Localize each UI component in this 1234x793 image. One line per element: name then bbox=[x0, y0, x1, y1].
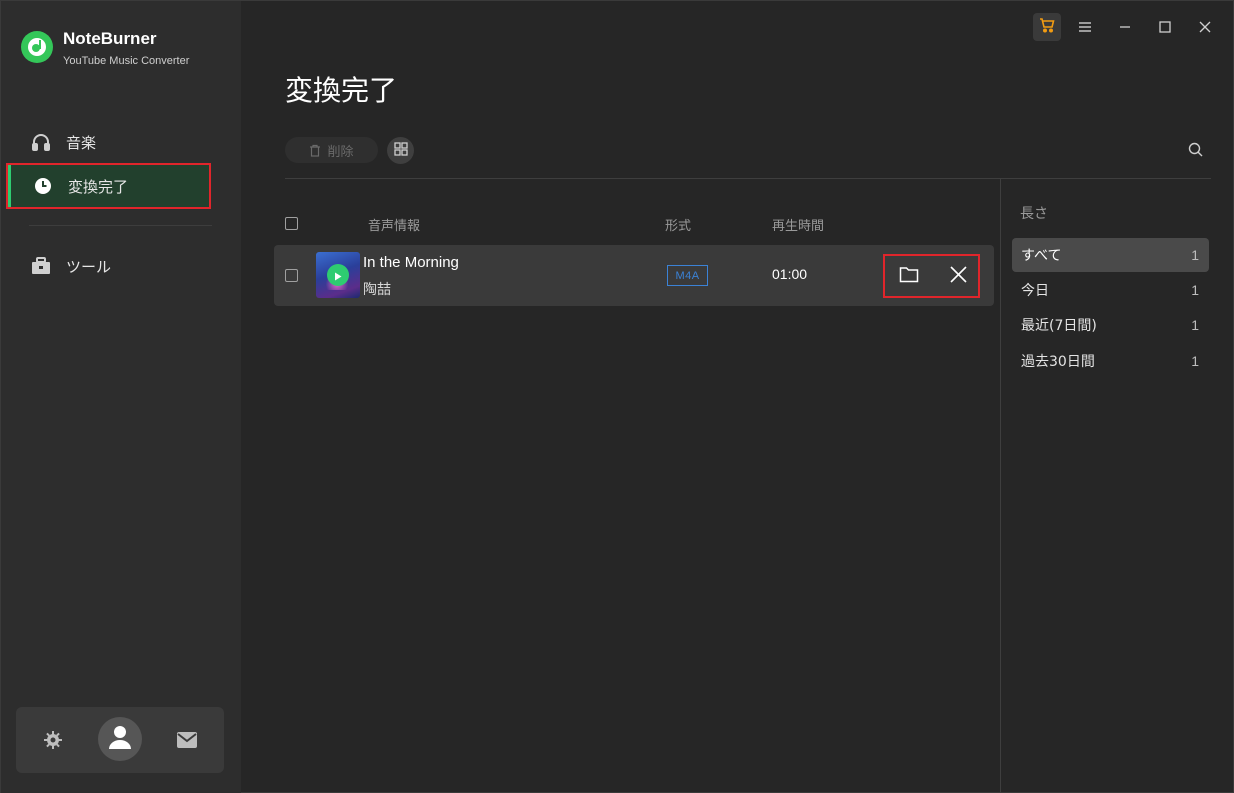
avatar[interactable] bbox=[98, 717, 142, 761]
filter-item-today[interactable]: 今日 1 bbox=[1012, 273, 1209, 307]
delete-label: 削除 bbox=[327, 144, 354, 160]
toolbox-icon bbox=[30, 255, 52, 277]
column-header-duration: 再生時間 bbox=[772, 219, 825, 234]
filter-label: 過去30日間 bbox=[1021, 354, 1095, 370]
filter-title: 長さ bbox=[1020, 206, 1048, 222]
cart-icon bbox=[1039, 17, 1055, 37]
format-badge: M4A bbox=[667, 265, 708, 286]
brand: NoteBurner YouTube Music Converter bbox=[21, 29, 189, 67]
filter-label: 最近(7日間) bbox=[1021, 318, 1097, 334]
noteburner-logo-icon bbox=[21, 31, 53, 63]
delete-button[interactable]: 削除 bbox=[285, 137, 378, 163]
mail-icon[interactable] bbox=[176, 729, 198, 751]
minimize-button[interactable] bbox=[1111, 13, 1139, 41]
close-button[interactable] bbox=[1191, 13, 1219, 41]
select-all-checkbox[interactable] bbox=[285, 217, 298, 230]
play-icon bbox=[334, 266, 342, 285]
page-title: 変換完了 bbox=[285, 74, 398, 107]
menu-button[interactable] bbox=[1071, 13, 1099, 41]
grid-icon bbox=[393, 141, 408, 160]
filter-count: 1 bbox=[1191, 353, 1199, 369]
filter-item-last-7-days[interactable]: 最近(7日間) 1 bbox=[1012, 308, 1209, 342]
row-checkbox[interactable] bbox=[285, 269, 298, 282]
close-icon bbox=[1199, 18, 1211, 37]
open-folder-button[interactable] bbox=[897, 264, 921, 288]
filter-count: 1 bbox=[1191, 247, 1199, 263]
filter-label: 今日 bbox=[1021, 283, 1049, 299]
clock-icon bbox=[32, 175, 54, 197]
table-row[interactable]: In the Morning 陶喆 M4A 01:00 bbox=[274, 245, 994, 306]
sidebar-divider bbox=[29, 225, 212, 226]
trash-icon bbox=[309, 144, 321, 157]
search-icon bbox=[1188, 142, 1203, 161]
close-icon bbox=[949, 265, 967, 287]
song-artist: 陶喆 bbox=[363, 282, 391, 298]
sidebar-item-label: 変換完了 bbox=[68, 177, 129, 196]
grid-view-button[interactable] bbox=[387, 137, 414, 164]
app-name: NoteBurner bbox=[63, 29, 157, 48]
folder-icon bbox=[899, 266, 919, 287]
album-cover bbox=[316, 252, 360, 298]
sidebar-item-tools[interactable]: ツール bbox=[6, 243, 211, 289]
song-title: In the Morning bbox=[363, 254, 459, 271]
sidebar-item-label: 音楽 bbox=[66, 133, 97, 152]
search-button[interactable] bbox=[1185, 141, 1205, 161]
headphones-icon bbox=[30, 131, 52, 153]
filter-count: 1 bbox=[1191, 317, 1199, 333]
filter-count: 1 bbox=[1191, 282, 1199, 298]
panel-divider bbox=[1000, 179, 1001, 793]
play-button[interactable] bbox=[327, 264, 349, 286]
menu-icon bbox=[1078, 18, 1092, 37]
maximize-icon bbox=[1159, 18, 1171, 37]
gear-icon[interactable] bbox=[42, 729, 64, 751]
filter-item-last-30-days[interactable]: 過去30日間 1 bbox=[1012, 344, 1209, 378]
filter-item-all[interactable]: すべて 1 bbox=[1012, 238, 1209, 272]
column-header-info: 音声情報 bbox=[368, 219, 421, 234]
sidebar-item-music[interactable]: 音楽 bbox=[6, 119, 211, 165]
cart-button[interactable] bbox=[1033, 13, 1061, 41]
song-duration: 01:00 bbox=[772, 266, 808, 282]
filter-label: すべて bbox=[1021, 248, 1062, 264]
user-icon bbox=[108, 724, 132, 754]
sidebar: NoteBurner YouTube Music Converter 音楽 変換… bbox=[1, 1, 241, 793]
column-header-format: 形式 bbox=[665, 219, 692, 234]
app-subtitle: YouTube Music Converter bbox=[63, 55, 190, 67]
toolbar-divider bbox=[285, 178, 1211, 179]
app-window: NoteBurner YouTube Music Converter 音楽 変換… bbox=[0, 0, 1234, 793]
remove-button[interactable] bbox=[946, 264, 970, 288]
sidebar-item-converted[interactable]: 変換完了 bbox=[6, 163, 211, 209]
row-actions bbox=[883, 254, 980, 298]
sidebar-item-label: ツール bbox=[66, 257, 112, 276]
maximize-button[interactable] bbox=[1151, 13, 1179, 41]
minimize-icon bbox=[1119, 18, 1131, 37]
sidebar-bottom-bar bbox=[16, 707, 224, 773]
